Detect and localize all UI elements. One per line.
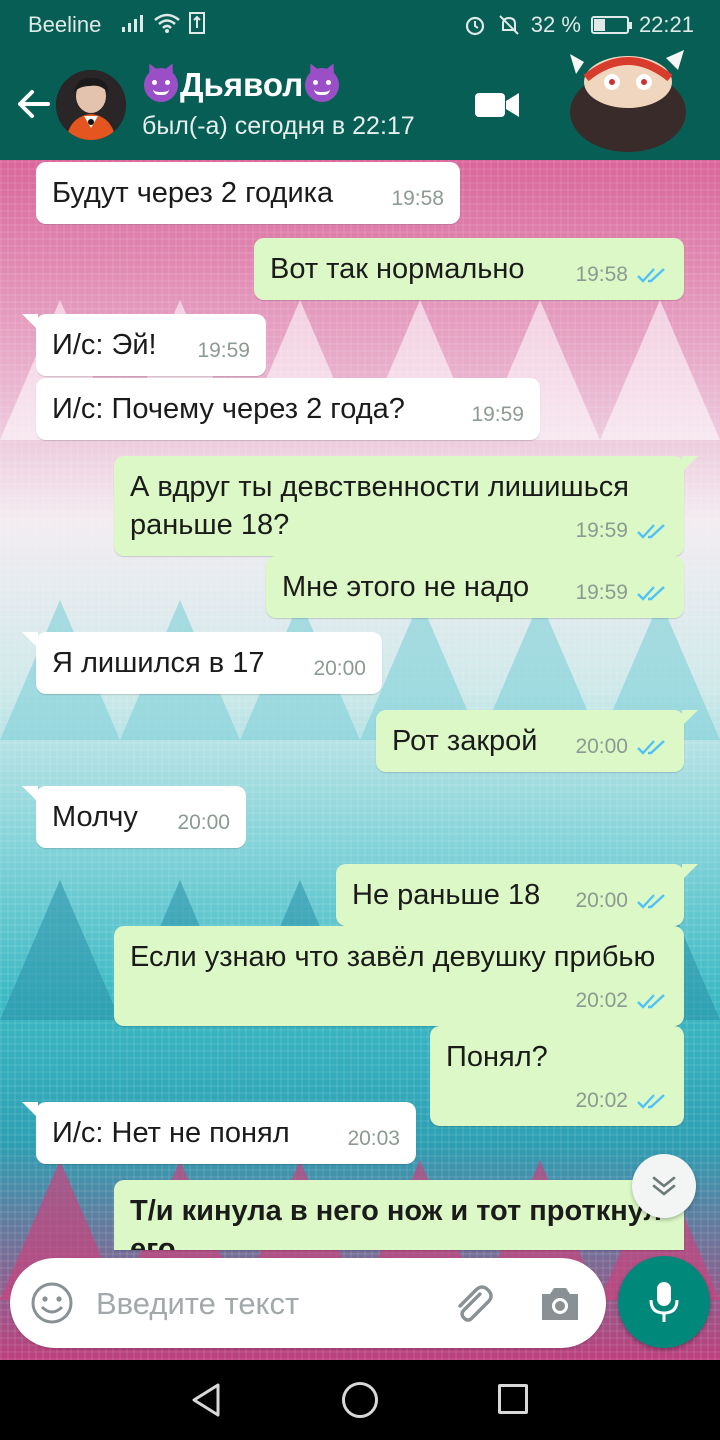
nav-home-icon[interactable]	[342, 1382, 378, 1418]
message-text: И/с: Почему через 2 года?	[52, 393, 405, 425]
camera-icon[interactable]	[538, 1282, 582, 1324]
contact-name[interactable]: Дьявол	[142, 66, 341, 104]
read-ticks-icon	[637, 586, 665, 601]
smiling-devil-emoji-icon	[305, 68, 340, 102]
message-time: 19:59	[575, 519, 628, 542]
mute-bell-icon	[499, 15, 519, 35]
message-meta: 19:58	[575, 262, 668, 288]
read-ticks-icon	[637, 994, 665, 1009]
outgoing-message[interactable]: Не раньше 18 20:00	[336, 864, 698, 926]
message-time: 20:00	[575, 889, 628, 912]
signal-indicators	[120, 12, 206, 34]
outgoing-message[interactable]: Т/и кинула в него нож и тот проткнул его	[114, 1180, 684, 1250]
wifi-icon	[154, 13, 180, 33]
message-meta: 20:03	[347, 1126, 400, 1152]
message-text: Мне этого не надо	[282, 571, 530, 603]
message-text: И/с: Эй!	[52, 329, 157, 361]
message-text: Не раньше 18	[352, 879, 541, 911]
last-seen-status: был(-а) сегодня в 22:17	[142, 112, 415, 140]
paperclip-icon[interactable]	[450, 1280, 494, 1324]
incoming-message[interactable]: Будут через 2 годика 19:58	[36, 162, 460, 224]
back-arrow-icon[interactable]	[12, 82, 56, 126]
voice-message-button[interactable]	[618, 1256, 710, 1348]
system-navigation-bar	[0, 1360, 720, 1440]
outgoing-message[interactable]: Вот так нормально 19:58	[254, 238, 684, 300]
incoming-message[interactable]: И/с: Почему через 2 года? 19:59	[36, 378, 540, 440]
clock: 22:21	[638, 12, 694, 37]
outgoing-message[interactable]: А вдруг ты девственности лишишься раньше…	[114, 456, 698, 556]
message-composer[interactable]: Введите текст	[10, 1258, 606, 1348]
message-text: Молчу	[52, 801, 138, 833]
outgoing-message[interactable]: Мне этого не надо 19:59	[266, 556, 684, 618]
read-ticks-icon	[637, 268, 665, 283]
message-input[interactable]: Введите текст	[96, 1286, 299, 1322]
message-meta: 20:02	[575, 988, 668, 1014]
message-text: Если узнаю что завёл девушку прибью	[130, 941, 656, 973]
data-transfer-icon	[189, 12, 205, 34]
cartoon-sticker-icon	[570, 50, 686, 152]
message-meta: 19:59	[575, 518, 668, 544]
message-time: 20:00	[575, 735, 628, 758]
smiling-devil-emoji-icon	[144, 68, 178, 102]
status-bar: Beeline 32 % 22:21	[0, 0, 720, 48]
message-text: Т/и кинула в него нож и тот проткнул его	[130, 1195, 662, 1250]
incoming-message[interactable]: Я лишился в 17 20:00	[22, 632, 382, 694]
message-time: 19:58	[391, 187, 444, 210]
message-text: Рот закрой	[392, 725, 538, 757]
incoming-message[interactable]: И/с: Эй! 19:59	[22, 314, 266, 376]
battery-icon	[590, 16, 632, 34]
scroll-to-bottom-button[interactable]	[632, 1154, 696, 1218]
message-time: 19:58	[575, 263, 628, 286]
message-meta: 19:59	[197, 338, 250, 364]
message-text: Будут через 2 годика	[52, 177, 334, 209]
outgoing-message[interactable]: Рот закрой 20:00	[376, 710, 698, 772]
message-text: Вот так нормально	[270, 253, 525, 285]
message-text: А вдруг ты девственности лишишься раньше…	[130, 471, 630, 541]
message-meta: 19:58	[391, 186, 444, 212]
message-time: 20:00	[177, 811, 230, 834]
contact-name-text: Дьявол	[180, 66, 304, 103]
outgoing-message[interactable]: Понял? 20:02	[430, 1026, 684, 1126]
message-text: И/с: Нет не понял	[52, 1117, 290, 1149]
double-chevron-down-icon	[652, 1176, 676, 1196]
carrier-label: Beeline	[28, 12, 102, 37]
microphone-icon	[649, 1282, 679, 1322]
message-time: 19:59	[197, 339, 250, 362]
message-meta: 20:02	[575, 1088, 668, 1114]
message-time: 19:59	[471, 403, 524, 426]
message-time: 20:03	[347, 1127, 400, 1150]
message-meta: 20:00	[575, 734, 668, 760]
message-time: 20:02	[575, 989, 628, 1012]
message-list[interactable]: Будут через 2 годика 19:58 Вот так норма…	[0, 160, 720, 1360]
nav-back-icon[interactable]	[188, 1382, 224, 1418]
message-time: 20:02	[575, 1089, 628, 1112]
chat-header: Дьявол был(-а) сегодня в 22:17	[0, 48, 720, 160]
read-ticks-icon	[637, 740, 665, 755]
message-meta: 20:00	[177, 810, 230, 836]
read-ticks-icon	[637, 894, 665, 909]
avatar[interactable]	[56, 70, 126, 140]
incoming-message[interactable]: Молчу 20:00	[22, 786, 246, 848]
video-call-icon[interactable]	[474, 90, 520, 120]
read-ticks-icon	[637, 1094, 665, 1109]
incoming-message[interactable]: И/с: Нет не понял 20:03	[22, 1102, 416, 1164]
message-text: Понял?	[446, 1041, 548, 1073]
emoji-icon[interactable]	[30, 1281, 74, 1325]
message-meta: 20:00	[313, 656, 366, 682]
message-time: 19:59	[575, 581, 628, 604]
message-text: Я лишился в 17	[52, 647, 265, 679]
read-ticks-icon	[637, 524, 665, 539]
message-meta: 19:59	[575, 580, 668, 606]
message-time: 20:00	[313, 657, 366, 680]
outgoing-message[interactable]: Если узнаю что завёл девушку прибью 20:0…	[114, 926, 684, 1026]
message-meta: 20:00	[575, 888, 668, 914]
message-meta: 19:59	[471, 402, 524, 428]
alarm-icon	[465, 16, 484, 36]
nav-recent-apps-icon[interactable]	[498, 1384, 528, 1414]
battery-percent: 32 %	[530, 12, 581, 37]
signal-icon	[122, 15, 143, 32]
status-right: 32 % 22:21	[463, 12, 694, 38]
